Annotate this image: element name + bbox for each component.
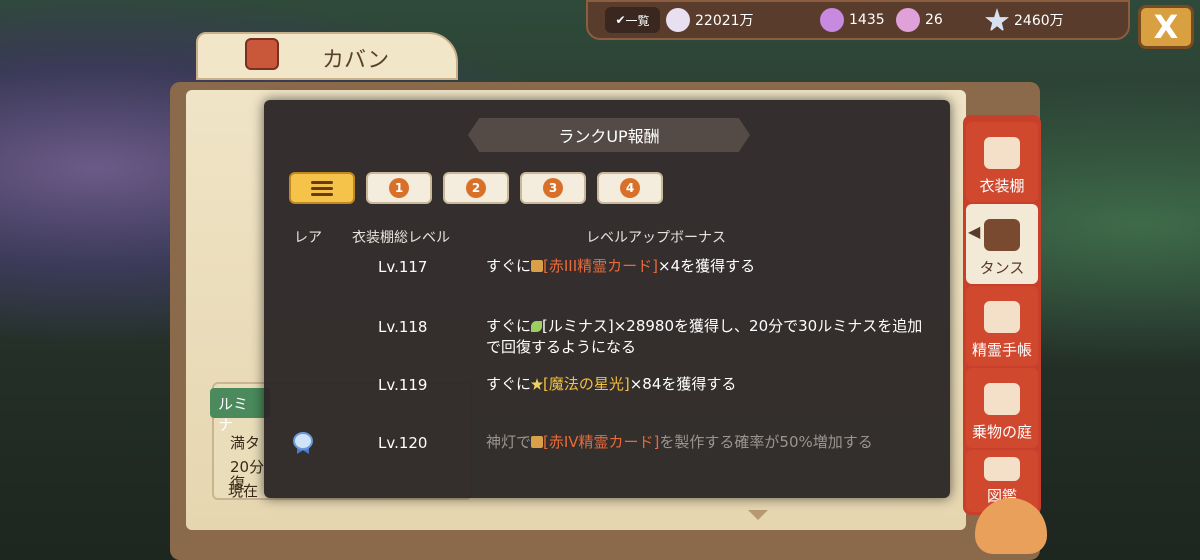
- currency-shell: 22021万: [666, 6, 754, 34]
- shell-icon: [666, 8, 690, 32]
- tab-1[interactable]: 1: [366, 172, 432, 204]
- caret-left-icon: ◀: [968, 222, 981, 241]
- modal-title: ランクUP報酬: [558, 127, 660, 146]
- wardrobe-icon: [984, 219, 1020, 251]
- spiral-shell-icon: [896, 8, 920, 32]
- close-button[interactable]: X: [1138, 5, 1194, 49]
- tab-all[interactable]: [289, 172, 355, 204]
- row-bonus: すぐに [赤III精霊カード]×4を獲得する: [486, 257, 756, 275]
- row-level: Lv.117: [378, 258, 428, 276]
- row-bonus: 神灯で [赤IV精霊カード]を製作する確率が50%増加する: [486, 433, 873, 451]
- sidebar-item-spirit-notebook[interactable]: 精霊手帳: [966, 286, 1038, 366]
- sidebar-item-tansu[interactable]: タンス: [966, 204, 1038, 284]
- currency-spiral-shell: 26: [896, 6, 943, 34]
- notebook-icon: [984, 301, 1020, 333]
- lumina-line-4: 現在: [228, 482, 259, 500]
- row-bonus: すぐに [ルミナス]×28980を獲得し、20分で30ルミナスを追加で回復するよう…: [486, 317, 923, 356]
- scroll-icon: [984, 457, 1020, 481]
- currency-crystal: 1435: [820, 6, 885, 34]
- lumina-tab: ルミナ: [210, 388, 270, 434]
- modal-title-ribbon: ランクUP報酬: [468, 118, 750, 152]
- list-icon: [311, 180, 333, 196]
- lumina-line-1: 満タ: [230, 434, 261, 452]
- row-level: Lv.119: [378, 376, 428, 394]
- sidebar-item-wardrobe-shelf[interactable]: 衣装棚: [966, 122, 1038, 202]
- rare-badge-icon: [293, 432, 313, 454]
- bag-icon: [245, 38, 279, 70]
- header-bonus: レベルアップボーナス: [586, 230, 726, 246]
- currency-star: 2460万: [985, 6, 1064, 34]
- spirit-card-icon: [531, 436, 544, 448]
- jacket-icon: [984, 137, 1020, 169]
- luminous-icon: [531, 321, 543, 332]
- star-icon: [985, 8, 1009, 32]
- header-rare: レア: [294, 230, 322, 246]
- currency-list-button[interactable]: ✔ 一覧: [605, 7, 660, 33]
- crystal-icon: [820, 8, 844, 32]
- header-level: 衣装棚総レベル: [352, 230, 450, 246]
- tab-2[interactable]: 2: [443, 172, 509, 204]
- magic-starlight-icon: [531, 378, 544, 390]
- row-bonus: すぐに [魔法の星光]×84を獲得する: [486, 375, 737, 393]
- chevron-down-icon: ✔: [615, 13, 626, 27]
- sidebar-item-vehicle-garden[interactable]: 乗物の庭: [966, 368, 1038, 448]
- tab-3[interactable]: 3: [520, 172, 586, 204]
- carriage-icon: [984, 383, 1020, 415]
- bag-title: カバン: [322, 48, 390, 73]
- spirit-card-icon: [531, 260, 544, 272]
- row-level: Lv.120: [378, 434, 428, 452]
- row-level: Lv.118: [378, 318, 428, 336]
- tab-4[interactable]: 4: [597, 172, 663, 204]
